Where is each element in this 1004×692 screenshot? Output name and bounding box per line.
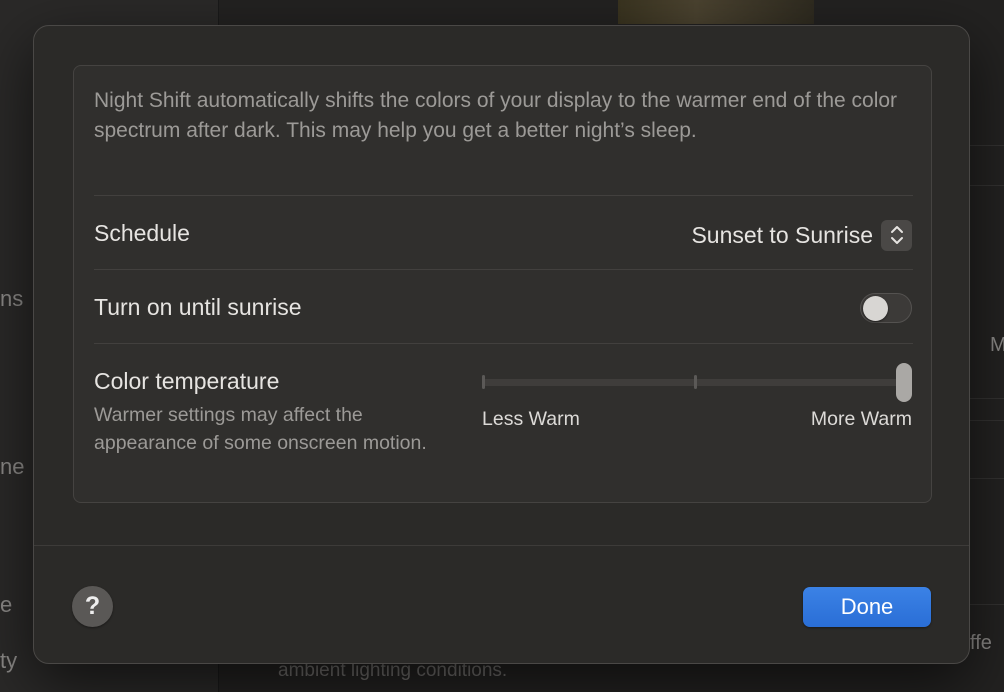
background-sidebar-text: ne xyxy=(0,454,25,479)
night-shift-sheet: Night Shift automatically shifts the col… xyxy=(33,25,970,664)
slider-track xyxy=(482,379,912,386)
turn-on-until-sunrise-toggle[interactable] xyxy=(860,293,912,323)
schedule-label: Schedule xyxy=(94,220,190,246)
color-temperature-subtitle: Warmer settings may affect the appearanc… xyxy=(94,404,427,454)
less-warm-label: Less Warm xyxy=(482,408,580,430)
background-wallpaper-thumbnail xyxy=(618,0,814,24)
row-separator xyxy=(94,195,913,196)
color-temperature-slider[interactable] xyxy=(482,363,914,403)
turn-on-until-sunrise-label: Turn on until sunrise xyxy=(94,294,302,320)
background-sidebar-text: ns xyxy=(0,286,24,311)
more-warm-label: More Warm xyxy=(810,408,912,430)
night-shift-settings-group: Night Shift automatically shifts the col… xyxy=(73,65,932,503)
background-content-text: M xyxy=(990,334,1004,356)
schedule-popup[interactable]: Sunset to Sunrise xyxy=(691,218,912,252)
row-separator xyxy=(94,343,913,344)
chevron-up-down-icon xyxy=(881,219,912,251)
done-button[interactable]: Done xyxy=(803,587,931,627)
background-divider xyxy=(970,185,1004,186)
slider-tick xyxy=(482,375,485,389)
footer-separator xyxy=(34,545,969,546)
row-separator xyxy=(94,269,913,270)
background-sidebar-text: ty xyxy=(0,648,18,673)
slider-tick xyxy=(694,375,697,389)
toggle-knob xyxy=(863,296,888,321)
slider-thumb[interactable] xyxy=(896,363,912,402)
background-divider xyxy=(970,398,1004,399)
background-divider xyxy=(970,420,1004,421)
help-button[interactable]: ? xyxy=(72,586,113,627)
schedule-value: Sunset to Sunrise xyxy=(691,221,873,248)
background-divider xyxy=(970,604,1004,605)
background-content-text: ffe xyxy=(970,632,992,654)
background-sidebar-text: e xyxy=(0,592,13,617)
background-divider xyxy=(970,478,1004,479)
question-mark-icon: ? xyxy=(84,592,101,620)
color-temperature-label: Color temperature xyxy=(94,368,280,394)
background-divider xyxy=(970,145,1004,146)
night-shift-description: Night Shift automatically shifts the col… xyxy=(94,89,898,142)
